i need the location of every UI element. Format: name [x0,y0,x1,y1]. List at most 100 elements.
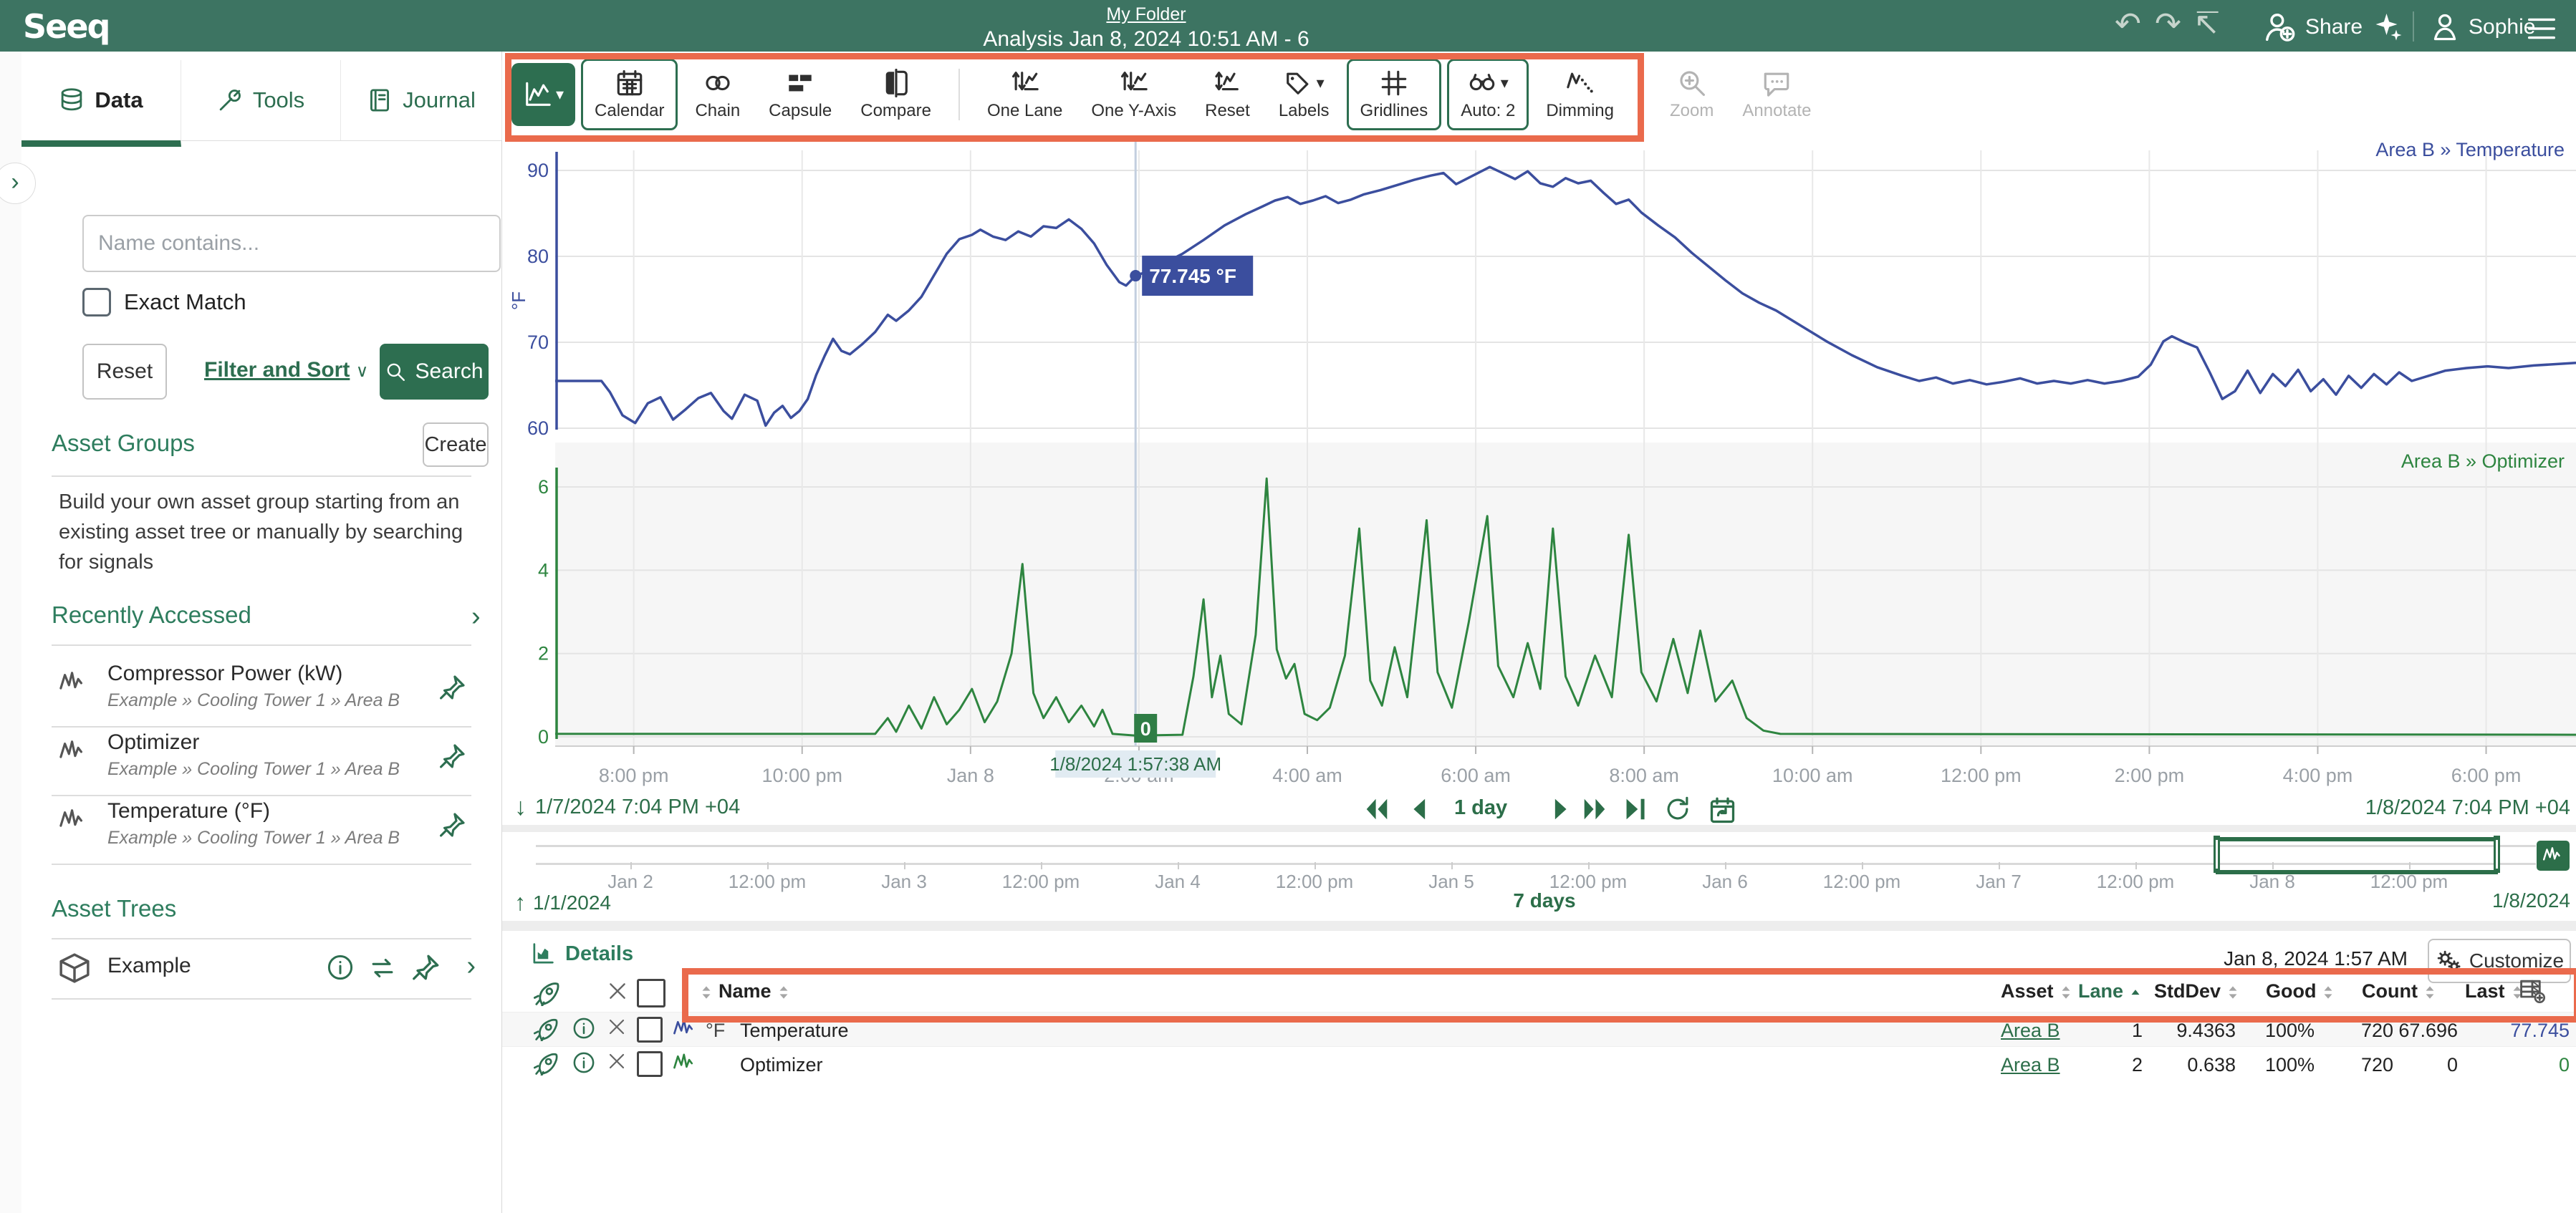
pin-icon[interactable] [438,811,467,839]
toolbar-button-trend[interactable]: ▾ [511,63,575,126]
recently-accessed-expand-icon[interactable]: › [471,601,481,632]
redo-all-icon[interactable]: ↸ [2193,9,2220,40]
column-header-good[interactable]: Good [2266,980,2340,1005]
svg-text:10:00 pm: 10:00 pm [761,765,842,786]
tab-data[interactable]: Data [21,60,181,147]
auto-update-icon[interactable] [1663,795,1692,823]
svg-text:°F: °F [508,291,529,310]
rocket-icon[interactable] [534,1017,558,1046]
column-header-asset[interactable]: Asset [2001,980,2078,1005]
breadcrumb[interactable]: My Folder [1003,4,1289,25]
svg-text:70: 70 [527,332,549,353]
toolbar-button-gridlines[interactable]: Gridlines [1347,59,1442,130]
investigate-duration[interactable]: 7 days [1473,889,1616,912]
select-all-checkbox[interactable] [637,979,665,1013]
toolbar-button-compare[interactable]: Compare [849,61,943,128]
investigate-range-start[interactable]: ↑ 1/1/2024 [514,889,611,916]
toolbar-button-reset[interactable]: Reset [1193,61,1261,128]
ai-assistant-icon[interactable] [2373,11,2403,42]
panel-resize-bar[interactable] [502,921,2576,931]
row-checkbox[interactable] [637,1017,663,1048]
pin-icon[interactable] [438,673,467,702]
info-icon[interactable] [572,1051,595,1079]
grid-icon [1380,69,1408,97]
column-header-lane[interactable]: Lane [2078,980,2148,1005]
list-item-compressor-power[interactable]: Compressor Power (kW) Example » Cooling … [59,662,489,711]
toolbar-button-label: Calendar [595,101,664,121]
step-back-large-icon[interactable] [1363,795,1391,823]
share-label: Share [2305,11,2363,43]
redo-icon[interactable]: ↷ [2155,9,2181,40]
calendar-icon [615,69,644,97]
tab-journal[interactable]: Journal [341,60,502,140]
remove-icon[interactable] [607,1051,627,1076]
search-button[interactable]: Search [380,344,489,400]
toolbar-button-one-lane[interactable]: One Lane [976,61,1074,128]
share-button[interactable]: Share [2264,11,2363,43]
step-forward-icon[interactable] [1546,795,1575,823]
toolbar-button-chain[interactable]: Chain [683,61,751,128]
overview-selection[interactable] [2216,837,2498,874]
user-menu[interactable]: Sophie [2430,11,2535,43]
hamburger-menu-icon[interactable] [2526,13,2557,44]
row-name[interactable]: Optimizer [740,1054,823,1076]
toolbar-button-dimming[interactable]: Dimming [1534,61,1625,128]
info-icon[interactable] [572,1017,595,1045]
remove-icon[interactable] [607,1017,627,1042]
investigate-range-end[interactable]: 1/8/2024 [2427,889,2570,912]
reset-range-icon[interactable] [1706,795,1736,825]
create-asset-group-button[interactable]: Create [423,422,489,467]
overview-tick-label: Jan 5 [1428,871,1474,893]
list-item-example-tree[interactable]: Example › [59,951,489,978]
toolbar-divider [1641,69,1643,120]
search-input[interactable] [82,215,501,272]
pin-icon[interactable] [438,742,467,770]
column-header-count[interactable]: Count [2362,980,2442,1005]
remove-all-icon[interactable] [607,980,628,1007]
details-row-temperature[interactable]: °F Temperature Area B 1 9.4363 100% 720 … [502,1012,2576,1047]
display-range-end[interactable]: 1/8/2024 7:04 PM +04 [2264,796,2570,820]
exact-match-checkbox[interactable] [82,288,111,316]
step-back-icon[interactable] [1405,795,1434,823]
details-row-optimizer[interactable]: Optimizer Area B 2 0.638 100% 720 0 0 [502,1046,2576,1081]
toolbar-button-capsule[interactable]: Capsule [757,61,843,128]
expand-tree-icon[interactable]: › [466,951,476,982]
undo-icon[interactable]: ↶ [2115,9,2141,40]
toolbar-button-label: Annotate [1742,101,1811,121]
list-item-optimizer[interactable]: Optimizer Example » Cooling Tower 1 » Ar… [59,730,489,780]
exact-match-option[interactable]: Exact Match [82,288,246,316]
toolbar-button-annotate: Annotate [1731,61,1822,128]
row-asset-link[interactable]: Area B [2001,1020,2060,1042]
overview-tick-label: Jan 2 [607,871,653,893]
row-asset-link[interactable]: Area B [2001,1054,2060,1076]
seeq-logo[interactable]: Seeq [23,7,109,46]
rocket-icon[interactable] [534,1051,558,1081]
reset-button[interactable]: Reset [82,344,167,400]
row-checkbox[interactable] [637,1051,663,1082]
seeq-workbench: Seeq My Folder Analysis Jan 8, 2024 10:5… [0,0,2576,1213]
step-size-label[interactable]: 1 day [1454,796,1507,820]
skip-to-now-icon[interactable] [1620,795,1649,823]
add-column-icon[interactable] [2519,977,2545,1008]
step-forward-large-icon[interactable] [1580,795,1609,823]
column-header-name[interactable]: Name [694,980,796,1005]
toolbar-button-labels[interactable]: ▾Labels [1267,61,1341,128]
overview-trend-button[interactable] [2537,841,2570,871]
list-item-temperature[interactable]: Temperature (°F) Example » Cooling Tower… [59,799,489,849]
swap-icon[interactable] [368,954,397,982]
info-icon[interactable] [327,954,354,981]
toolbar-button-one-y-axis[interactable]: One Y-Axis [1080,61,1188,128]
row-lane: 2 [2100,1054,2143,1076]
user-icon [2430,12,2460,42]
row-name[interactable]: Temperature [740,1020,849,1042]
display-range-start[interactable]: ↓ 1/7/2024 7:04 PM +04 [514,793,740,821]
app-header: Seeq My Folder Analysis Jan 8, 2024 10:5… [0,0,2576,52]
column-header-stddev[interactable]: StdDev [2154,980,2245,1005]
toolbar-button-calendar[interactable]: Calendar [581,59,678,130]
filter-and-sort-link[interactable]: Filter and Sort ∨ [204,358,368,382]
tab-tools[interactable]: Tools [181,60,341,140]
toolbar-button-auto-2[interactable]: ▾Auto: 2 [1447,59,1529,130]
pin-icon[interactable] [411,952,441,982]
rocket-icon[interactable] [534,980,559,1011]
trend-chart[interactable]: 607080900246°FArea B » TemperatureArea B… [501,131,2576,791]
